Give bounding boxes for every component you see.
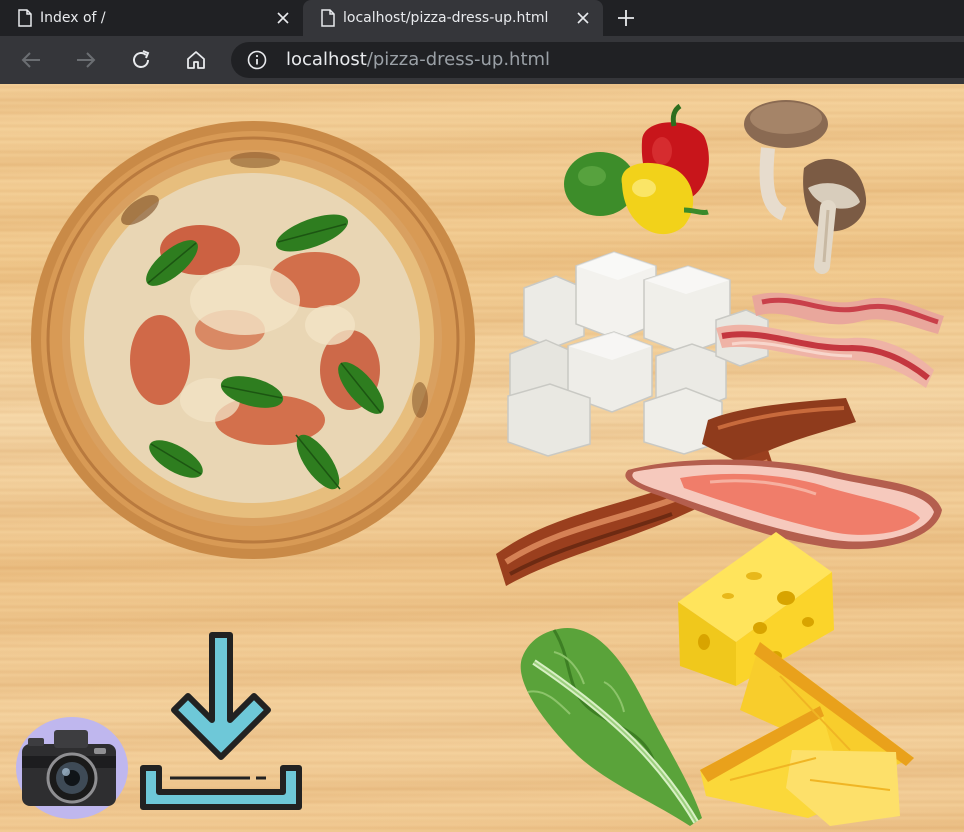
tab-strip: Index of / localhost/pizza-dress-up.html: [0, 0, 964, 36]
home-icon[interactable]: [184, 48, 208, 72]
tab-pizza-dress-up[interactable]: localhost/pizza-dress-up.html: [303, 0, 603, 36]
back-arrow-icon[interactable]: [19, 48, 43, 72]
url-text[interactable]: localhost/pizza-dress-up.html: [286, 42, 550, 78]
info-icon[interactable]: [247, 50, 267, 70]
pineapple-topping[interactable]: [700, 640, 916, 826]
browser-toolbar: localhost/pizza-dress-up.html: [0, 36, 964, 84]
forward-arrow-icon[interactable]: [74, 48, 98, 72]
tab-title: Index of /: [40, 10, 106, 26]
tab-title: localhost/pizza-dress-up.html: [343, 10, 549, 26]
reload-icon[interactable]: [129, 48, 153, 72]
camera-button[interactable]: [16, 716, 128, 820]
pizza[interactable]: [30, 120, 476, 560]
document-icon: [321, 9, 335, 27]
download-button[interactable]: [140, 632, 302, 810]
url-host: localhost: [286, 49, 367, 70]
document-icon: [18, 9, 32, 27]
wood-table-canvas: [0, 84, 964, 832]
tab-index[interactable]: Index of /: [0, 0, 303, 36]
close-tab-icon[interactable]: [573, 8, 593, 28]
close-tab-icon[interactable]: [273, 8, 293, 28]
url-path: /pizza-dress-up.html: [366, 49, 551, 70]
lettuce-topping[interactable]: [514, 622, 704, 828]
new-tab-icon[interactable]: [614, 6, 638, 30]
address-bar[interactable]: localhost/pizza-dress-up.html: [231, 42, 964, 78]
download-icon: [140, 632, 302, 810]
bacon-topping[interactable]: [712, 286, 944, 392]
bell-peppers-topping[interactable]: [562, 103, 714, 246]
